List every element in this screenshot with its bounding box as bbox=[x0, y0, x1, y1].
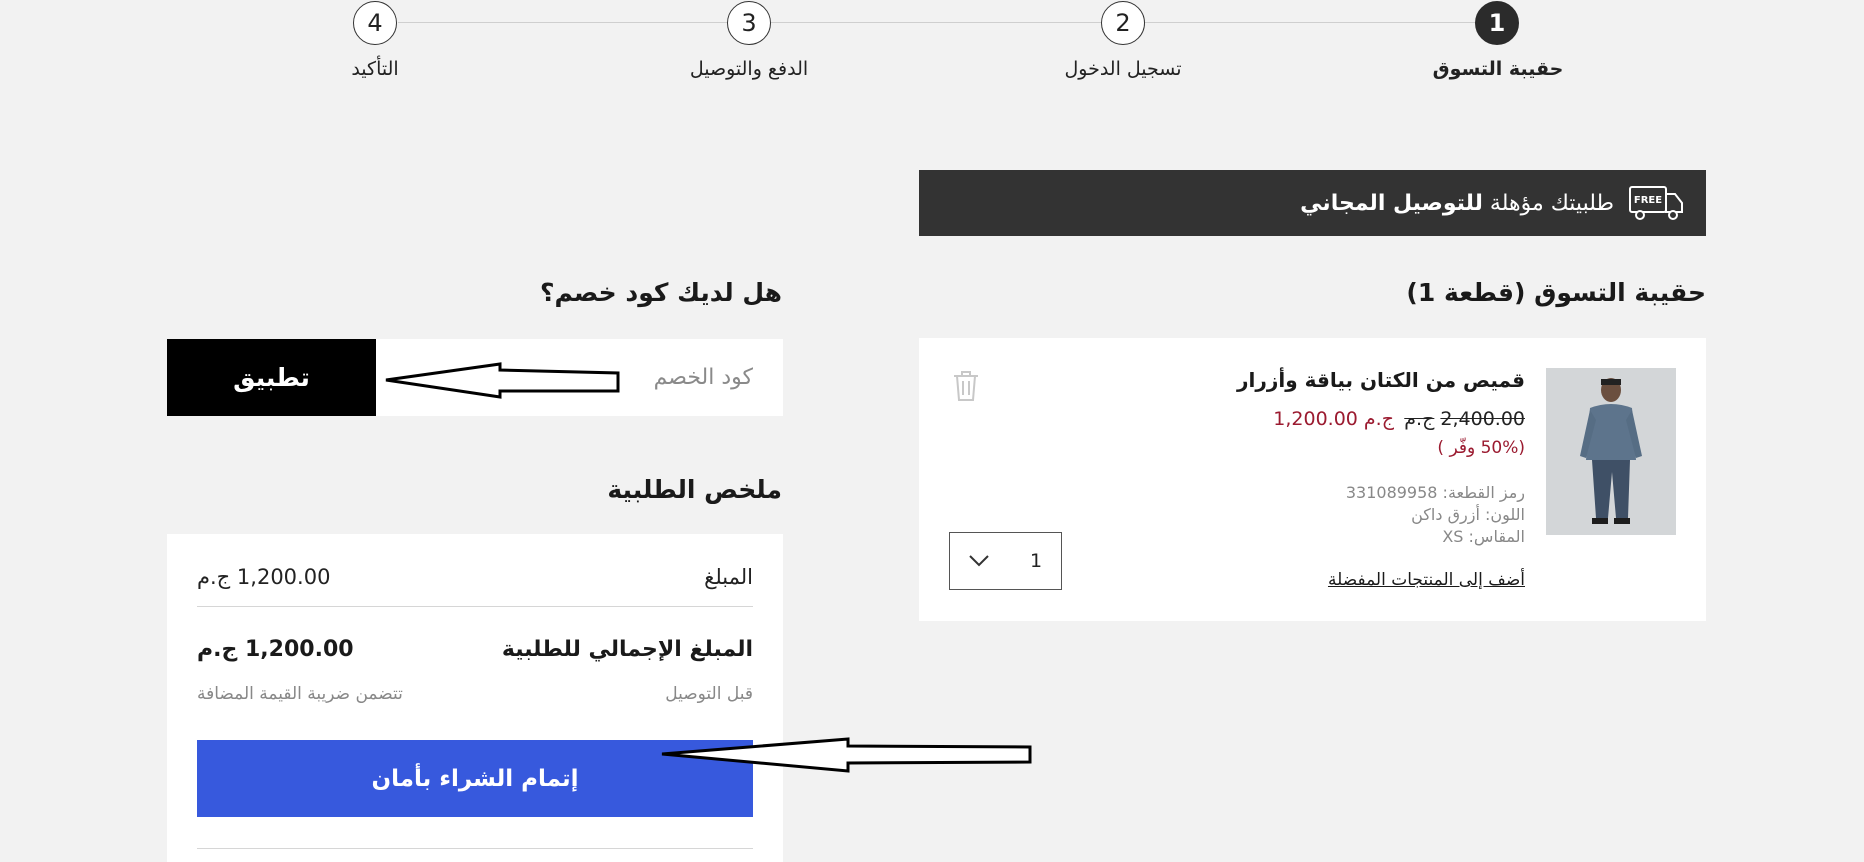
step-2-label[interactable]: تسجيل الدخول bbox=[1023, 58, 1223, 80]
product-name[interactable]: قميص من الكتان بياقة وأزرار bbox=[1237, 368, 1525, 392]
summary-bottom-divider bbox=[197, 848, 753, 849]
banner-text-regular: طلبيتك مؤهلة bbox=[1489, 190, 1614, 216]
chevron-down-icon[interactable] bbox=[968, 554, 990, 568]
step-3-circle[interactable]: 3 bbox=[727, 1, 771, 45]
before-delivery-note: قبل التوصيل bbox=[665, 684, 753, 704]
subtotal-value: 1,200.00 ج.م bbox=[197, 565, 331, 589]
step-1-label: حقيبة التسوق bbox=[1432, 58, 1564, 80]
vat-note: تتضمن ضريبة القيمة المضافة bbox=[197, 684, 403, 704]
trash-icon[interactable] bbox=[950, 368, 982, 402]
step-3-label[interactable]: الدفع والتوصيل bbox=[649, 58, 849, 80]
secure-checkout-button[interactable]: إتمام الشراء بأمان bbox=[197, 740, 753, 817]
old-price-currency: ج.م bbox=[1404, 408, 1435, 430]
quantity-value: 1 bbox=[1030, 550, 1043, 572]
free-delivery-banner: FREE طلبيتك مؤهلة للتوصيل المجاني bbox=[919, 170, 1706, 236]
old-price: 2,400.00 ج.م bbox=[1404, 408, 1525, 430]
coupon-code-input[interactable] bbox=[376, 339, 783, 416]
product-size: المقاس: XS bbox=[1442, 527, 1525, 546]
total-value: 1,200.00 ج.م bbox=[197, 637, 354, 662]
stepper-line bbox=[398, 22, 1498, 23]
sale-price: 1,200.00 ج.م bbox=[1273, 408, 1394, 430]
step-1-circle: 1 bbox=[1475, 1, 1519, 45]
quantity-select[interactable]: 1 bbox=[949, 532, 1062, 590]
free-delivery-truck-icon: FREE bbox=[1629, 186, 1683, 220]
old-price-value: 2,400.00 bbox=[1440, 408, 1525, 430]
sale-price-value: 1,200.00 bbox=[1273, 408, 1358, 430]
cart-title: حقيبة التسوق (قطعة 1) bbox=[1406, 278, 1706, 307]
step-2-circle[interactable]: 2 bbox=[1101, 1, 1145, 45]
step-4-label[interactable]: التأكيد bbox=[275, 58, 475, 80]
summary-divider bbox=[197, 606, 753, 607]
discount-label: (50% وفّر ) bbox=[1437, 438, 1525, 458]
free-icon-text: FREE bbox=[1634, 195, 1662, 206]
sale-price-currency: ج.م bbox=[1363, 408, 1394, 430]
order-summary-title: ملخص الطلبية bbox=[607, 475, 782, 504]
product-sku: رمز القطعة: 331089958 bbox=[1345, 483, 1525, 502]
step-4-circle[interactable]: 4 bbox=[353, 1, 397, 45]
apply-coupon-button[interactable]: تطبيق bbox=[167, 339, 376, 416]
banner-text-bold: للتوصيل المجاني bbox=[1300, 190, 1483, 216]
coupon-title: هل لديك كود خصم؟ bbox=[539, 278, 782, 307]
total-label: المبلغ الإجمالي للطلبية bbox=[501, 637, 753, 662]
product-image[interactable] bbox=[1546, 368, 1676, 535]
subtotal-label: المبلغ bbox=[704, 565, 753, 589]
add-to-wishlist-link[interactable]: أضف إلى المنتجات المفضلة bbox=[1328, 570, 1525, 590]
product-photo bbox=[1546, 368, 1676, 535]
product-color: اللون: أزرق داكن bbox=[1411, 505, 1525, 524]
